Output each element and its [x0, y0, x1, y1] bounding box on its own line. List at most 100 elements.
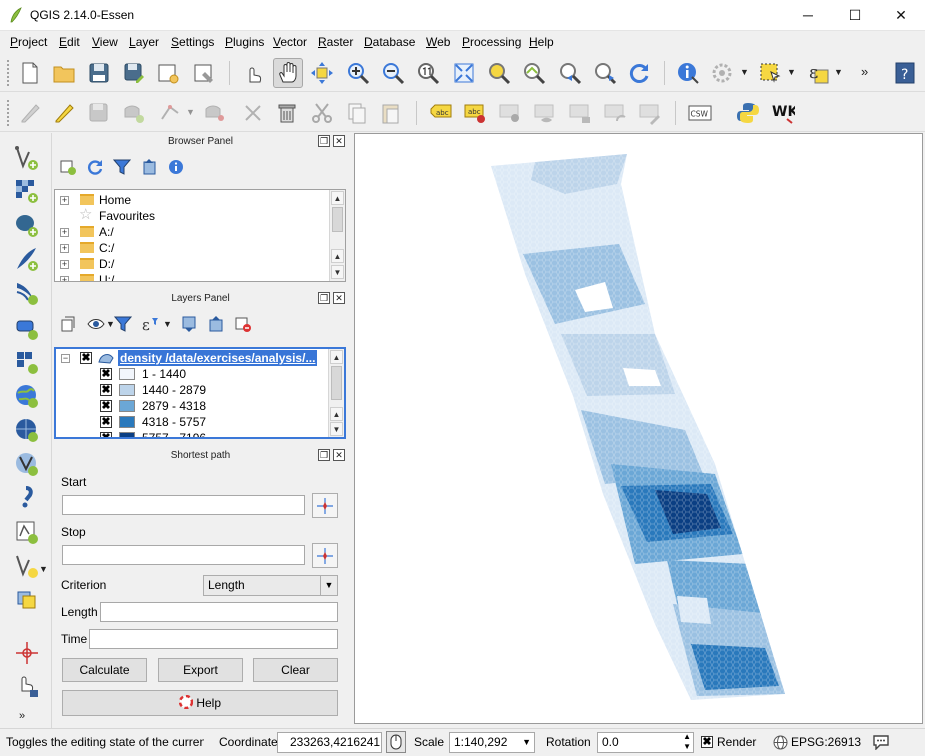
- layer-name[interactable]: density /data/exercises/analysis/...: [118, 350, 318, 366]
- move-feature-icon[interactable]: [155, 98, 185, 128]
- node-tool-icon[interactable]: [200, 98, 230, 128]
- add-virtual-layer-icon[interactable]: [12, 585, 42, 615]
- legend-checkbox[interactable]: ✖: [100, 384, 112, 396]
- zoom-last-icon[interactable]: [555, 58, 585, 88]
- expand-icon[interactable]: +: [60, 228, 69, 237]
- more-tools-icon[interactable]: »: [861, 64, 868, 79]
- scroll-thumb[interactable]: [332, 207, 343, 232]
- criterion-select[interactable]: Length ▼: [203, 575, 338, 596]
- zoom-next-icon[interactable]: [590, 58, 620, 88]
- toolbar-grip[interactable]: [6, 59, 10, 87]
- legend-checkbox[interactable]: ✖: [100, 416, 112, 428]
- chevron-down-icon[interactable]: ▼: [163, 319, 172, 329]
- zoom-full-icon[interactable]: [449, 58, 479, 88]
- expand-icon[interactable]: +: [60, 196, 69, 205]
- layers-scrollbar[interactable]: ▲ ▲ ▼: [328, 349, 344, 437]
- cut-features-icon[interactable]: [307, 98, 337, 128]
- new-shapefile-layer-icon[interactable]: [12, 517, 42, 547]
- remove-layer-icon[interactable]: [232, 313, 254, 335]
- filter-legend-icon[interactable]: [112, 313, 134, 335]
- add-mssql-layer-icon[interactable]: [12, 278, 42, 308]
- collapse-all-icon[interactable]: [138, 156, 160, 178]
- menu-project[interactable]: Project: [10, 35, 47, 49]
- toggle-editing-icon[interactable]: [49, 98, 79, 128]
- layer-row-density[interactable]: − ✖ density /data/exercises/analysis/...: [56, 350, 328, 366]
- add-delimited-text-layer-icon[interactable]: [12, 483, 42, 513]
- chevron-down-icon[interactable]: ▼: [39, 564, 48, 574]
- add-wcs-layer-icon[interactable]: [12, 415, 42, 445]
- digitize-node-icon[interactable]: [238, 98, 268, 128]
- rotate-label-icon[interactable]: [600, 98, 630, 128]
- legend-checkbox[interactable]: ✖: [100, 368, 112, 380]
- add-oracle-layer-icon[interactable]: [12, 347, 42, 377]
- chevron-down-icon[interactable]: ▼: [834, 67, 843, 77]
- capture-point-icon[interactable]: [12, 638, 42, 668]
- select-by-expression-icon[interactable]: ε: [803, 58, 833, 88]
- paste-features-icon[interactable]: [376, 98, 406, 128]
- toolbar-grip[interactable]: [6, 99, 10, 127]
- menu-settings[interactable]: Settings: [171, 35, 214, 49]
- zoom-to-selection-icon[interactable]: [484, 58, 514, 88]
- menu-raster[interactable]: Raster: [318, 35, 353, 49]
- select-features-icon[interactable]: [755, 58, 785, 88]
- highlight-pinned-labels-icon[interactable]: [495, 98, 525, 128]
- move-label-icon[interactable]: [565, 98, 595, 128]
- export-button[interactable]: Export: [158, 658, 243, 682]
- length-output[interactable]: [100, 602, 338, 622]
- save-project-icon[interactable]: [84, 58, 114, 88]
- toggle-extents-button[interactable]: [386, 731, 406, 753]
- scroll-thumb[interactable]: [331, 366, 342, 400]
- message-log-icon[interactable]: [872, 734, 890, 750]
- time-output[interactable]: [89, 629, 338, 649]
- menu-help[interactable]: Help: [529, 35, 554, 49]
- add-db2-layer-icon[interactable]: [12, 313, 42, 343]
- calculate-button[interactable]: Calculate: [62, 658, 147, 682]
- save-layer-edits-icon[interactable]: [84, 98, 114, 128]
- legend-checkbox[interactable]: ✖: [100, 432, 112, 437]
- capture-stop-point-button[interactable]: [312, 543, 338, 568]
- coordinate-input[interactable]: 233263,4216241: [277, 732, 382, 753]
- refresh-icon[interactable]: [84, 156, 106, 178]
- menu-layer[interactable]: Layer: [129, 35, 159, 49]
- chevron-down-icon[interactable]: ▼: [186, 107, 195, 117]
- maximize-button[interactable]: ☐: [832, 0, 878, 30]
- expand-icon[interactable]: +: [60, 260, 69, 269]
- start-point-input[interactable]: [62, 495, 305, 515]
- layer-styling-icon[interactable]: [57, 313, 79, 335]
- menu-edit[interactable]: Edit: [59, 35, 80, 49]
- layer-visibility-checkbox[interactable]: ✖: [80, 352, 92, 364]
- label-pin-icon[interactable]: abc: [460, 98, 490, 128]
- menu-database[interactable]: Database: [364, 35, 415, 49]
- spin-arrows-icon[interactable]: ▲ ▼: [683, 732, 691, 752]
- current-edits-icon[interactable]: [15, 98, 45, 128]
- zoom-to-layer-icon[interactable]: [519, 58, 549, 88]
- scroll-down-icon[interactable]: ▼: [330, 422, 343, 436]
- zoom-in-icon[interactable]: [343, 58, 373, 88]
- metasearch-csw-icon[interactable]: CSW: [685, 98, 715, 128]
- menu-view[interactable]: View: [92, 35, 118, 49]
- add-raster-layer-icon[interactable]: [12, 176, 42, 206]
- chevron-down-icon[interactable]: ▼: [787, 67, 796, 77]
- identify-features-icon[interactable]: [673, 58, 703, 88]
- menu-vector[interactable]: Vector: [273, 35, 307, 49]
- copy-features-icon[interactable]: [342, 98, 372, 128]
- composer-manager-icon[interactable]: [189, 58, 219, 88]
- chevron-down-icon[interactable]: ▼: [740, 67, 749, 77]
- minimize-button[interactable]: ─: [785, 0, 831, 30]
- crs-status[interactable]: EPSG:26913: [791, 735, 861, 749]
- collapse-icon[interactable]: −: [61, 354, 70, 363]
- scroll-up-icon[interactable]: ▲: [330, 407, 343, 421]
- float-panel-icon[interactable]: ❐: [318, 135, 330, 147]
- add-wfs-layer-icon[interactable]: [12, 449, 42, 479]
- render-checkbox[interactable]: ✖: [701, 736, 713, 748]
- add-postgis-layer-icon[interactable]: [12, 210, 42, 240]
- layer-labeling-icon[interactable]: abc: [426, 98, 456, 128]
- touch-zoom-icon[interactable]: [238, 58, 268, 88]
- refresh-icon[interactable]: [624, 58, 654, 88]
- zoom-native-icon[interactable]: [413, 58, 443, 88]
- add-feature-icon[interactable]: [119, 98, 149, 128]
- expand-icon[interactable]: +: [60, 276, 69, 281]
- filter-icon[interactable]: [111, 156, 133, 178]
- expand-all-icon[interactable]: [178, 313, 200, 335]
- more-tools-icon[interactable]: »: [19, 710, 25, 722]
